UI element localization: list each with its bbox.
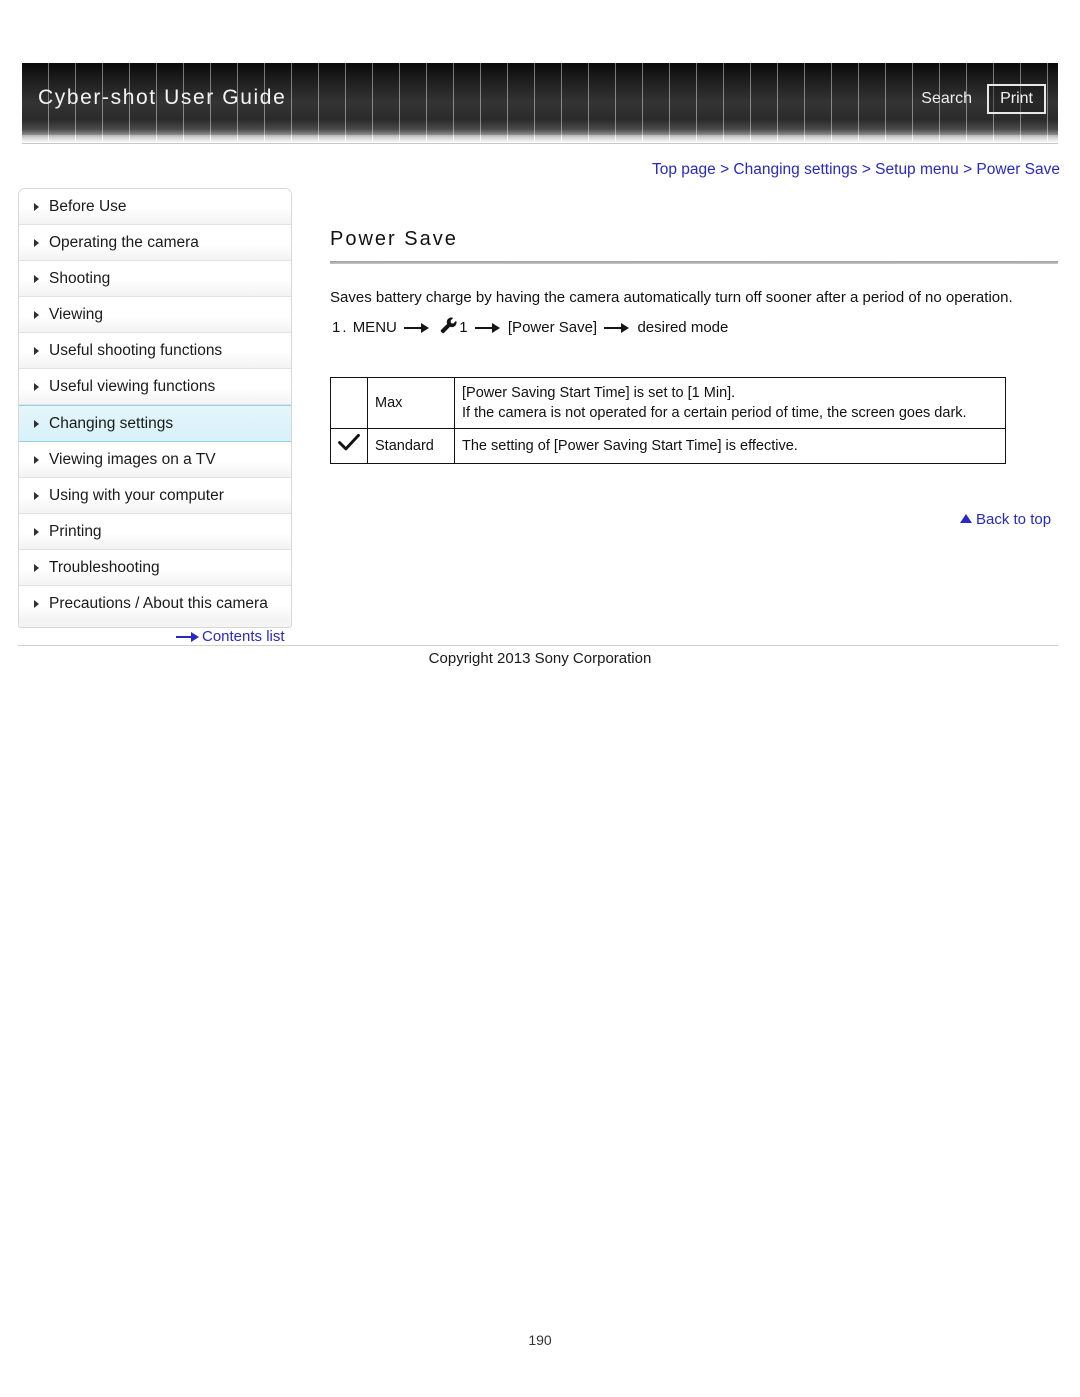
arrow-right-icon xyxy=(404,323,430,334)
sidebar-item-shooting[interactable]: Shooting xyxy=(19,261,291,297)
copyright-text: Copyright 2013 Sony Corporation xyxy=(428,650,652,667)
sidebar-item-label: Useful shooting functions xyxy=(49,342,223,359)
breadcrumb-text[interactable]: Top page > Changing settings > Setup men… xyxy=(652,161,1060,178)
triangle-right-icon xyxy=(34,383,39,391)
back-to-top-link[interactable]: Back to top xyxy=(960,511,1051,528)
option-name: Standard xyxy=(367,428,455,464)
sidebar-item-label: Changing settings xyxy=(49,415,174,432)
triangle-right-icon xyxy=(34,203,39,211)
triangle-right-icon xyxy=(34,311,39,319)
intro-paragraph: Saves battery charge by having the camer… xyxy=(330,289,1013,306)
triangle-right-icon xyxy=(34,420,39,428)
search-button[interactable]: Search xyxy=(921,90,972,108)
step-menu-tab: 1 xyxy=(459,319,468,336)
sidebar-item-label: Viewing xyxy=(49,306,104,323)
breadcrumb[interactable]: Top page > Changing settings > Setup men… xyxy=(652,161,1060,179)
page-number: 190 xyxy=(528,1332,552,1348)
sidebar-item-label: Before Use xyxy=(49,198,127,215)
print-button[interactable]: Print xyxy=(987,84,1046,114)
sidebar-item-label: Troubleshooting xyxy=(49,559,160,576)
sidebar-item-useful-viewing-functions[interactable]: Useful viewing functions xyxy=(19,369,291,405)
page-title: Power Save xyxy=(330,228,458,250)
arrow-right-icon xyxy=(604,323,630,334)
procedure-step: 1. MENU 1 [Power Save] desired mode xyxy=(332,316,728,341)
option-description-line2: If the camera is not operated for a cert… xyxy=(462,405,967,421)
site-title: Cyber-shot User Guide xyxy=(38,86,287,109)
header-divider xyxy=(22,143,1058,144)
title-divider xyxy=(330,261,1058,264)
step-desired-mode: desired mode xyxy=(637,319,729,336)
contents-list-label: Contents list xyxy=(202,628,285,645)
triangle-right-icon xyxy=(34,600,39,608)
option-description: [Power Saving Start Time] is set to [1 M… xyxy=(454,377,1006,429)
sidebar-item-label: Viewing images on a TV xyxy=(49,451,216,468)
header-bar: Cyber-shot User Guide Search Print xyxy=(22,63,1058,135)
settings-options-table: Max [Power Saving Start Time] is set to … xyxy=(330,377,1006,464)
table-row: Max [Power Saving Start Time] is set to … xyxy=(330,377,1006,429)
sidebar-item-before-use[interactable]: Before Use xyxy=(19,189,291,225)
triangle-right-icon xyxy=(34,564,39,572)
back-to-top-label: Back to top xyxy=(976,511,1052,528)
row-check-cell xyxy=(330,428,368,464)
sidebar-item-printing[interactable]: Printing xyxy=(19,514,291,550)
table-row: Standard The setting of [Power Saving St… xyxy=(330,428,1006,464)
site-header: Cyber-shot User Guide Search Print xyxy=(22,63,1058,144)
triangle-right-icon xyxy=(34,347,39,355)
sidebar-item-label: Shooting xyxy=(49,270,111,287)
triangle-right-icon xyxy=(34,492,39,500)
sidebar-item-label: Operating the camera xyxy=(49,234,199,251)
step-setting-name: [Power Save] xyxy=(507,319,598,336)
arrow-right-icon xyxy=(474,323,501,334)
step-menu-label: MENU xyxy=(352,319,397,336)
sidebar-item-useful-shooting-functions[interactable]: Useful shooting functions xyxy=(19,333,291,369)
arrow-right-icon xyxy=(176,632,200,643)
option-description-line1: The setting of [Power Saving Start Time]… xyxy=(462,438,798,454)
sidebar-item-precautions-about-this-camera[interactable]: Precautions / About this camera xyxy=(19,586,291,621)
checkmark-icon xyxy=(338,433,360,458)
sidebar-item-viewing-images-on-a-tv[interactable]: Viewing images on a TV xyxy=(19,442,291,478)
triangle-right-icon xyxy=(34,528,39,536)
sidebar-item-label: Precautions / About this camera xyxy=(49,595,268,612)
sidebar-item-troubleshooting[interactable]: Troubleshooting xyxy=(19,550,291,586)
option-name: Max xyxy=(367,377,455,429)
sidebar-item-operating-the-camera[interactable]: Operating the camera xyxy=(19,225,291,261)
wrench-icon xyxy=(439,316,458,341)
header-fade xyxy=(22,135,1058,143)
triangle-right-icon xyxy=(34,456,39,464)
step-number: 1. xyxy=(332,319,349,336)
sidebar-item-label: Printing xyxy=(49,523,102,540)
sidebar-item-changing-settings[interactable]: Changing settings xyxy=(19,405,291,442)
option-description: The setting of [Power Saving Start Time]… xyxy=(454,428,1006,464)
option-description-line1: [Power Saving Start Time] is set to [1 M… xyxy=(462,385,736,401)
footer-divider xyxy=(18,645,1058,646)
sidebar-item-label: Using with your computer xyxy=(49,487,224,504)
triangle-right-icon xyxy=(34,239,39,247)
sidebar-item-label: Useful viewing functions xyxy=(49,378,216,395)
triangle-up-icon xyxy=(960,514,972,523)
sidebar-item-viewing[interactable]: Viewing xyxy=(19,297,291,333)
triangle-right-icon xyxy=(34,275,39,283)
sidebar-nav: Before Use Operating the camera Shooting… xyxy=(18,188,292,628)
contents-list-link[interactable]: Contents list xyxy=(176,628,285,645)
row-check-cell xyxy=(330,377,368,429)
sidebar-item-using-with-your-computer[interactable]: Using with your computer xyxy=(19,478,291,514)
